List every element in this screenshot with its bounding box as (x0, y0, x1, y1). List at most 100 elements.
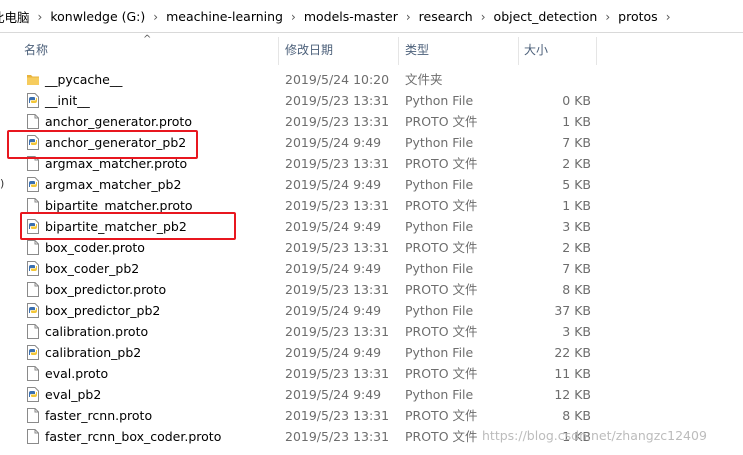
document-icon (26, 240, 40, 255)
file-size: 1 KB (562, 114, 591, 129)
file-date: 2019/5/24 9:49 (285, 177, 382, 192)
sort-arrow-icon[interactable]: ^ (143, 34, 151, 45)
python-file-icon (26, 93, 40, 108)
file-date: 2019/5/23 13:31 (285, 282, 390, 297)
python-file-icon (26, 387, 40, 402)
breadcrumb-separator-icon[interactable]: › (151, 10, 160, 24)
file-size: 2 KB (562, 156, 591, 171)
document-icon (26, 324, 40, 339)
left-edge-fragment: ) (0, 177, 5, 190)
file-date: 2019/5/24 9:49 (285, 345, 382, 360)
file-type: Python File (405, 345, 474, 360)
file-type: PROTO 文件 (405, 114, 478, 129)
breadcrumb-item[interactable]: object_detection (488, 9, 604, 24)
file-date: 2019/5/23 13:31 (285, 156, 390, 171)
file-row[interactable]: calibration_pb2 2019/5/24 9:49 Python File… (20, 342, 743, 363)
file-row[interactable]: box_coder.proto 2019/5/23 13:31 PROTO 文件 2 … (20, 237, 743, 258)
file-size: 22 KB (554, 345, 591, 360)
file-name: eval_pb2 (45, 387, 102, 402)
file-size: 7 KB (562, 261, 591, 276)
breadcrumb-item[interactable]: protos (612, 9, 664, 24)
file-name: faster_rcnn_box_coder.proto (45, 429, 222, 444)
breadcrumb-item[interactable]: research (413, 9, 479, 24)
file-date: 2019/5/24 9:49 (285, 219, 382, 234)
breadcrumb-item[interactable]: konwledge (G:) (44, 9, 151, 24)
file-date: 2019/5/23 13:31 (285, 198, 390, 213)
file-row[interactable]: calibration.proto 2019/5/23 13:31 PROTO 文件… (20, 321, 743, 342)
file-date: 2019/5/23 13:31 (285, 93, 390, 108)
file-row[interactable]: __init__ 2019/5/23 13:31 Python File 0 KB (20, 90, 743, 111)
file-name: box_predictor.proto (45, 282, 167, 297)
document-icon (26, 366, 40, 381)
breadcrumb-separator-icon[interactable]: › (404, 10, 413, 24)
breadcrumb-item[interactable]: meachine-learning (160, 9, 289, 24)
file-date: 2019/5/24 9:49 (285, 303, 382, 318)
document-icon (26, 408, 40, 423)
file-type: 文件夹 (405, 72, 443, 87)
file-type: PROTO 文件 (405, 282, 478, 297)
file-row[interactable]: box_predictor.proto 2019/5/23 13:31 PROTO … (20, 279, 743, 300)
file-name: box_coder_pb2 (45, 261, 140, 276)
document-icon (26, 429, 40, 444)
breadcrumb-separator-icon[interactable]: › (36, 10, 45, 24)
document-icon (26, 198, 40, 213)
file-type: PROTO 文件 (405, 198, 478, 213)
file-date: 2019/5/23 13:31 (285, 429, 390, 444)
file-row[interactable]: argmax_matcher_pb2 2019/5/24 9:49 Python F… (20, 174, 743, 195)
file-row[interactable]: box_predictor_pb2 2019/5/24 9:49 Python Fi… (20, 300, 743, 321)
file-date: 2019/5/23 13:31 (285, 324, 390, 339)
file-type: PROTO 文件 (405, 324, 478, 339)
file-name: eval.proto (45, 366, 109, 381)
file-size: 1 KB (562, 198, 591, 213)
file-name: __pycache__ (45, 72, 123, 87)
file-row[interactable]: anchor_generator.proto 2019/5/23 13:31 PRO… (20, 111, 743, 132)
python-file-icon (26, 345, 40, 360)
file-name: argmax_matcher_pb2 (45, 177, 182, 192)
watermark: https://blog.csdn.net/zhangzc12409 (482, 428, 707, 443)
address-bar[interactable]: 此电脑›konwledge (G:)›meachine-learning›mod… (0, 0, 743, 33)
python-file-icon (26, 177, 40, 192)
file-size: 3 KB (562, 219, 591, 234)
python-file-icon (26, 261, 40, 276)
file-name: calibration.proto (45, 324, 149, 339)
file-type: PROTO 文件 (405, 156, 478, 171)
document-icon (26, 282, 40, 297)
file-row[interactable]: eval_pb2 2019/5/24 9:49 Python File 12 KB (20, 384, 743, 405)
file-date: 2019/5/23 13:31 (285, 240, 390, 255)
file-date: 2019/5/24 9:49 (285, 387, 382, 402)
file-type: Python File (405, 93, 474, 108)
file-date: 2019/5/23 13:31 (285, 114, 390, 129)
file-name: box_predictor_pb2 (45, 303, 161, 318)
column-name-header[interactable]: 名称 (24, 41, 48, 58)
highlight-box-bipartite-matcher-pb2 (20, 212, 236, 240)
file-row[interactable]: eval.proto 2019/5/23 13:31 PROTO 文件 11 KB (20, 363, 743, 384)
file-name: calibration_pb2 (45, 345, 142, 360)
file-row[interactable]: faster_rcnn.proto 2019/5/23 13:31 PROTO 文件… (20, 405, 743, 426)
breadcrumb-item[interactable]: models-master (298, 9, 404, 24)
file-type: Python File (405, 177, 474, 192)
document-icon (26, 114, 40, 129)
file-name: box_coder.proto (45, 240, 145, 255)
column-date-header[interactable]: 修改日期 (285, 41, 333, 58)
file-type: Python File (405, 219, 474, 234)
breadcrumb-separator-icon[interactable]: › (479, 10, 488, 24)
column-divider[interactable] (278, 37, 279, 65)
file-size: 8 KB (562, 282, 591, 297)
file-row[interactable]: box_coder_pb2 2019/5/24 9:49 Python File 7 … (20, 258, 743, 279)
breadcrumb-item[interactable]: 此电脑 (0, 7, 36, 26)
file-size: 12 KB (554, 387, 591, 402)
column-type-header[interactable]: 类型 (405, 41, 429, 58)
file-size (510, 69, 591, 90)
breadcrumb-separator-icon[interactable]: › (664, 10, 673, 24)
column-size-header[interactable]: 大小 (524, 41, 548, 58)
breadcrumb-separator-icon[interactable]: › (289, 10, 298, 24)
breadcrumb-separator-icon[interactable]: › (603, 10, 612, 24)
file-row[interactable]: __pycache__ 2019/5/24 10:20 文件夹 (20, 69, 743, 90)
column-divider[interactable] (596, 37, 597, 65)
column-header (0, 33, 743, 65)
file-type: Python File (405, 261, 474, 276)
file-size: 11 KB (554, 366, 591, 381)
file-type: PROTO 文件 (405, 240, 478, 255)
column-divider[interactable] (518, 37, 519, 65)
column-divider[interactable] (398, 37, 399, 65)
